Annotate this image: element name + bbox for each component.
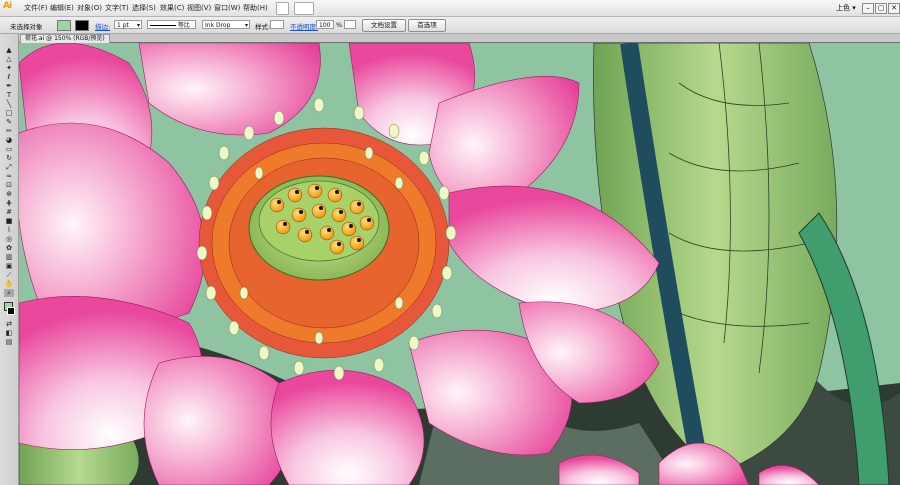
- app-logo: Ai: [3, 1, 12, 11]
- document-tab[interactable]: 荷花.ai @ 150% (RGB/预览): [20, 34, 110, 43]
- document-setup-button[interactable]: 文档设置: [362, 19, 406, 32]
- fill-swatch[interactable]: [57, 20, 71, 31]
- stroke-profile-value: 等比: [177, 22, 190, 29]
- stroke-swatch[interactable]: [75, 20, 89, 31]
- stroke-weight-value: 1 pt: [117, 22, 129, 29]
- slice-tool-icon[interactable]: ⟋: [4, 271, 14, 279]
- stroke-label[interactable]: 描边:: [95, 21, 110, 31]
- recolor-icon[interactable]: [344, 20, 356, 29]
- blob-brush-tool-icon[interactable]: ◕: [4, 136, 14, 144]
- menu-effect[interactable]: 效果(C): [160, 3, 184, 13]
- gradient-tool-icon[interactable]: ■: [4, 217, 14, 225]
- preferences-button[interactable]: 首选项: [408, 19, 446, 32]
- zoom-tool-icon[interactable]: ⌕: [4, 289, 14, 297]
- artboard-tool-icon[interactable]: ▣: [4, 262, 14, 270]
- perspective-grid-tool-icon[interactable]: ⋕: [4, 199, 14, 207]
- style-label: 样式:: [255, 23, 271, 31]
- column-graph-tool-icon[interactable]: ▥: [4, 253, 14, 261]
- menu-help[interactable]: 帮助(H): [243, 3, 268, 13]
- minimize-icon[interactable]: –: [862, 3, 874, 14]
- symbol-sprayer-tool-icon[interactable]: ✿: [4, 244, 14, 252]
- screen-mode-icon[interactable]: ▤: [4, 338, 14, 346]
- arrange-documents-button[interactable]: [294, 2, 314, 15]
- line-tool-icon[interactable]: ╲: [4, 100, 14, 108]
- blend-tool-icon[interactable]: ◎: [4, 235, 14, 243]
- opacity-label[interactable]: 不透明度:: [290, 21, 318, 31]
- paintbrush-tool-icon[interactable]: ✎: [4, 118, 14, 126]
- selection-tool-icon[interactable]: ▲: [4, 46, 14, 54]
- opacity-value: 100: [319, 22, 331, 29]
- color-mode-icon[interactable]: ◧: [4, 329, 14, 337]
- chevron-down-icon: ▾: [244, 22, 248, 29]
- free-transform-tool-icon[interactable]: ⊡: [4, 181, 14, 189]
- maximize-icon[interactable]: ▢: [875, 3, 887, 14]
- hand-tool-icon[interactable]: ✋: [4, 280, 14, 288]
- type-tool-icon[interactable]: T: [4, 91, 14, 99]
- pencil-tool-icon[interactable]: ✏: [4, 127, 14, 135]
- eraser-tool-icon[interactable]: ▭: [4, 145, 14, 153]
- menu-file[interactable]: 文件(F): [24, 3, 48, 13]
- magic-wand-tool-icon[interactable]: ✦: [4, 64, 14, 72]
- mesh-tool-icon[interactable]: #: [4, 208, 14, 216]
- scale-tool-icon[interactable]: ⤢: [4, 163, 14, 171]
- lotus-artwork: [19, 43, 900, 485]
- opacity-unit: %: [336, 21, 343, 29]
- stroke-profile-select[interactable]: 等比: [147, 20, 196, 29]
- menu-window[interactable]: 窗口(W): [214, 3, 240, 13]
- toolbox: ▲ △ ✦ ℓ ✒ T ╲ □ ✎ ✏ ◕ ▭ ↻ ⤢ ≈ ⊡ ⊕ ⋕ # ■ …: [0, 34, 19, 485]
- menu-object[interactable]: 对象(O): [77, 3, 102, 13]
- style-select[interactable]: [270, 20, 284, 29]
- pen-tool-icon[interactable]: ✒: [4, 82, 14, 90]
- document-tab-bar: 荷花.ai @ 150% (RGB/预览): [18, 34, 900, 43]
- menu-select[interactable]: 选择(S): [132, 3, 156, 13]
- stroke-weight-field[interactable]: 1 pt ▾: [114, 20, 142, 29]
- direct-selection-tool-icon[interactable]: △: [4, 55, 14, 63]
- workspace-switcher[interactable]: 上色 ▾: [836, 3, 856, 13]
- shape-builder-tool-icon[interactable]: ⊕: [4, 190, 14, 198]
- brush-value: Ink Drop: [205, 22, 231, 29]
- opacity-field[interactable]: 100: [316, 20, 334, 29]
- brush-select[interactable]: Ink Drop ▾: [202, 20, 250, 29]
- chevron-down-icon: ▾: [136, 22, 140, 29]
- menu-type[interactable]: 文字(T): [105, 3, 129, 13]
- swap-colors-icon[interactable]: ⇄: [4, 320, 14, 328]
- menu-edit[interactable]: 编辑(E): [50, 3, 74, 13]
- bridge-button[interactable]: [276, 2, 289, 15]
- stroke-line-icon: [150, 25, 176, 26]
- artboard-canvas[interactable]: [19, 43, 900, 485]
- rotate-tool-icon[interactable]: ↻: [4, 154, 14, 162]
- menu-bar: Ai 文件(F) 编辑(E) 对象(O) 文字(T) 选择(S) 效果(C) 视…: [0, 0, 900, 17]
- lasso-tool-icon[interactable]: ℓ: [4, 73, 14, 81]
- control-bar: 未选择对象 描边: 1 pt ▾ 等比 Ink Drop ▾ 样式: 不透明度: 1…: [0, 17, 900, 34]
- eyedropper-tool-icon[interactable]: ⌇: [4, 226, 14, 234]
- close-icon[interactable]: ✕: [888, 3, 900, 14]
- menu-view[interactable]: 视图(V): [187, 3, 211, 13]
- width-tool-icon[interactable]: ≈: [4, 172, 14, 180]
- rectangle-tool-icon[interactable]: □: [4, 109, 14, 117]
- selection-status: 未选择对象: [10, 23, 43, 31]
- fill-stroke-swatch-icon[interactable]: [4, 302, 15, 316]
